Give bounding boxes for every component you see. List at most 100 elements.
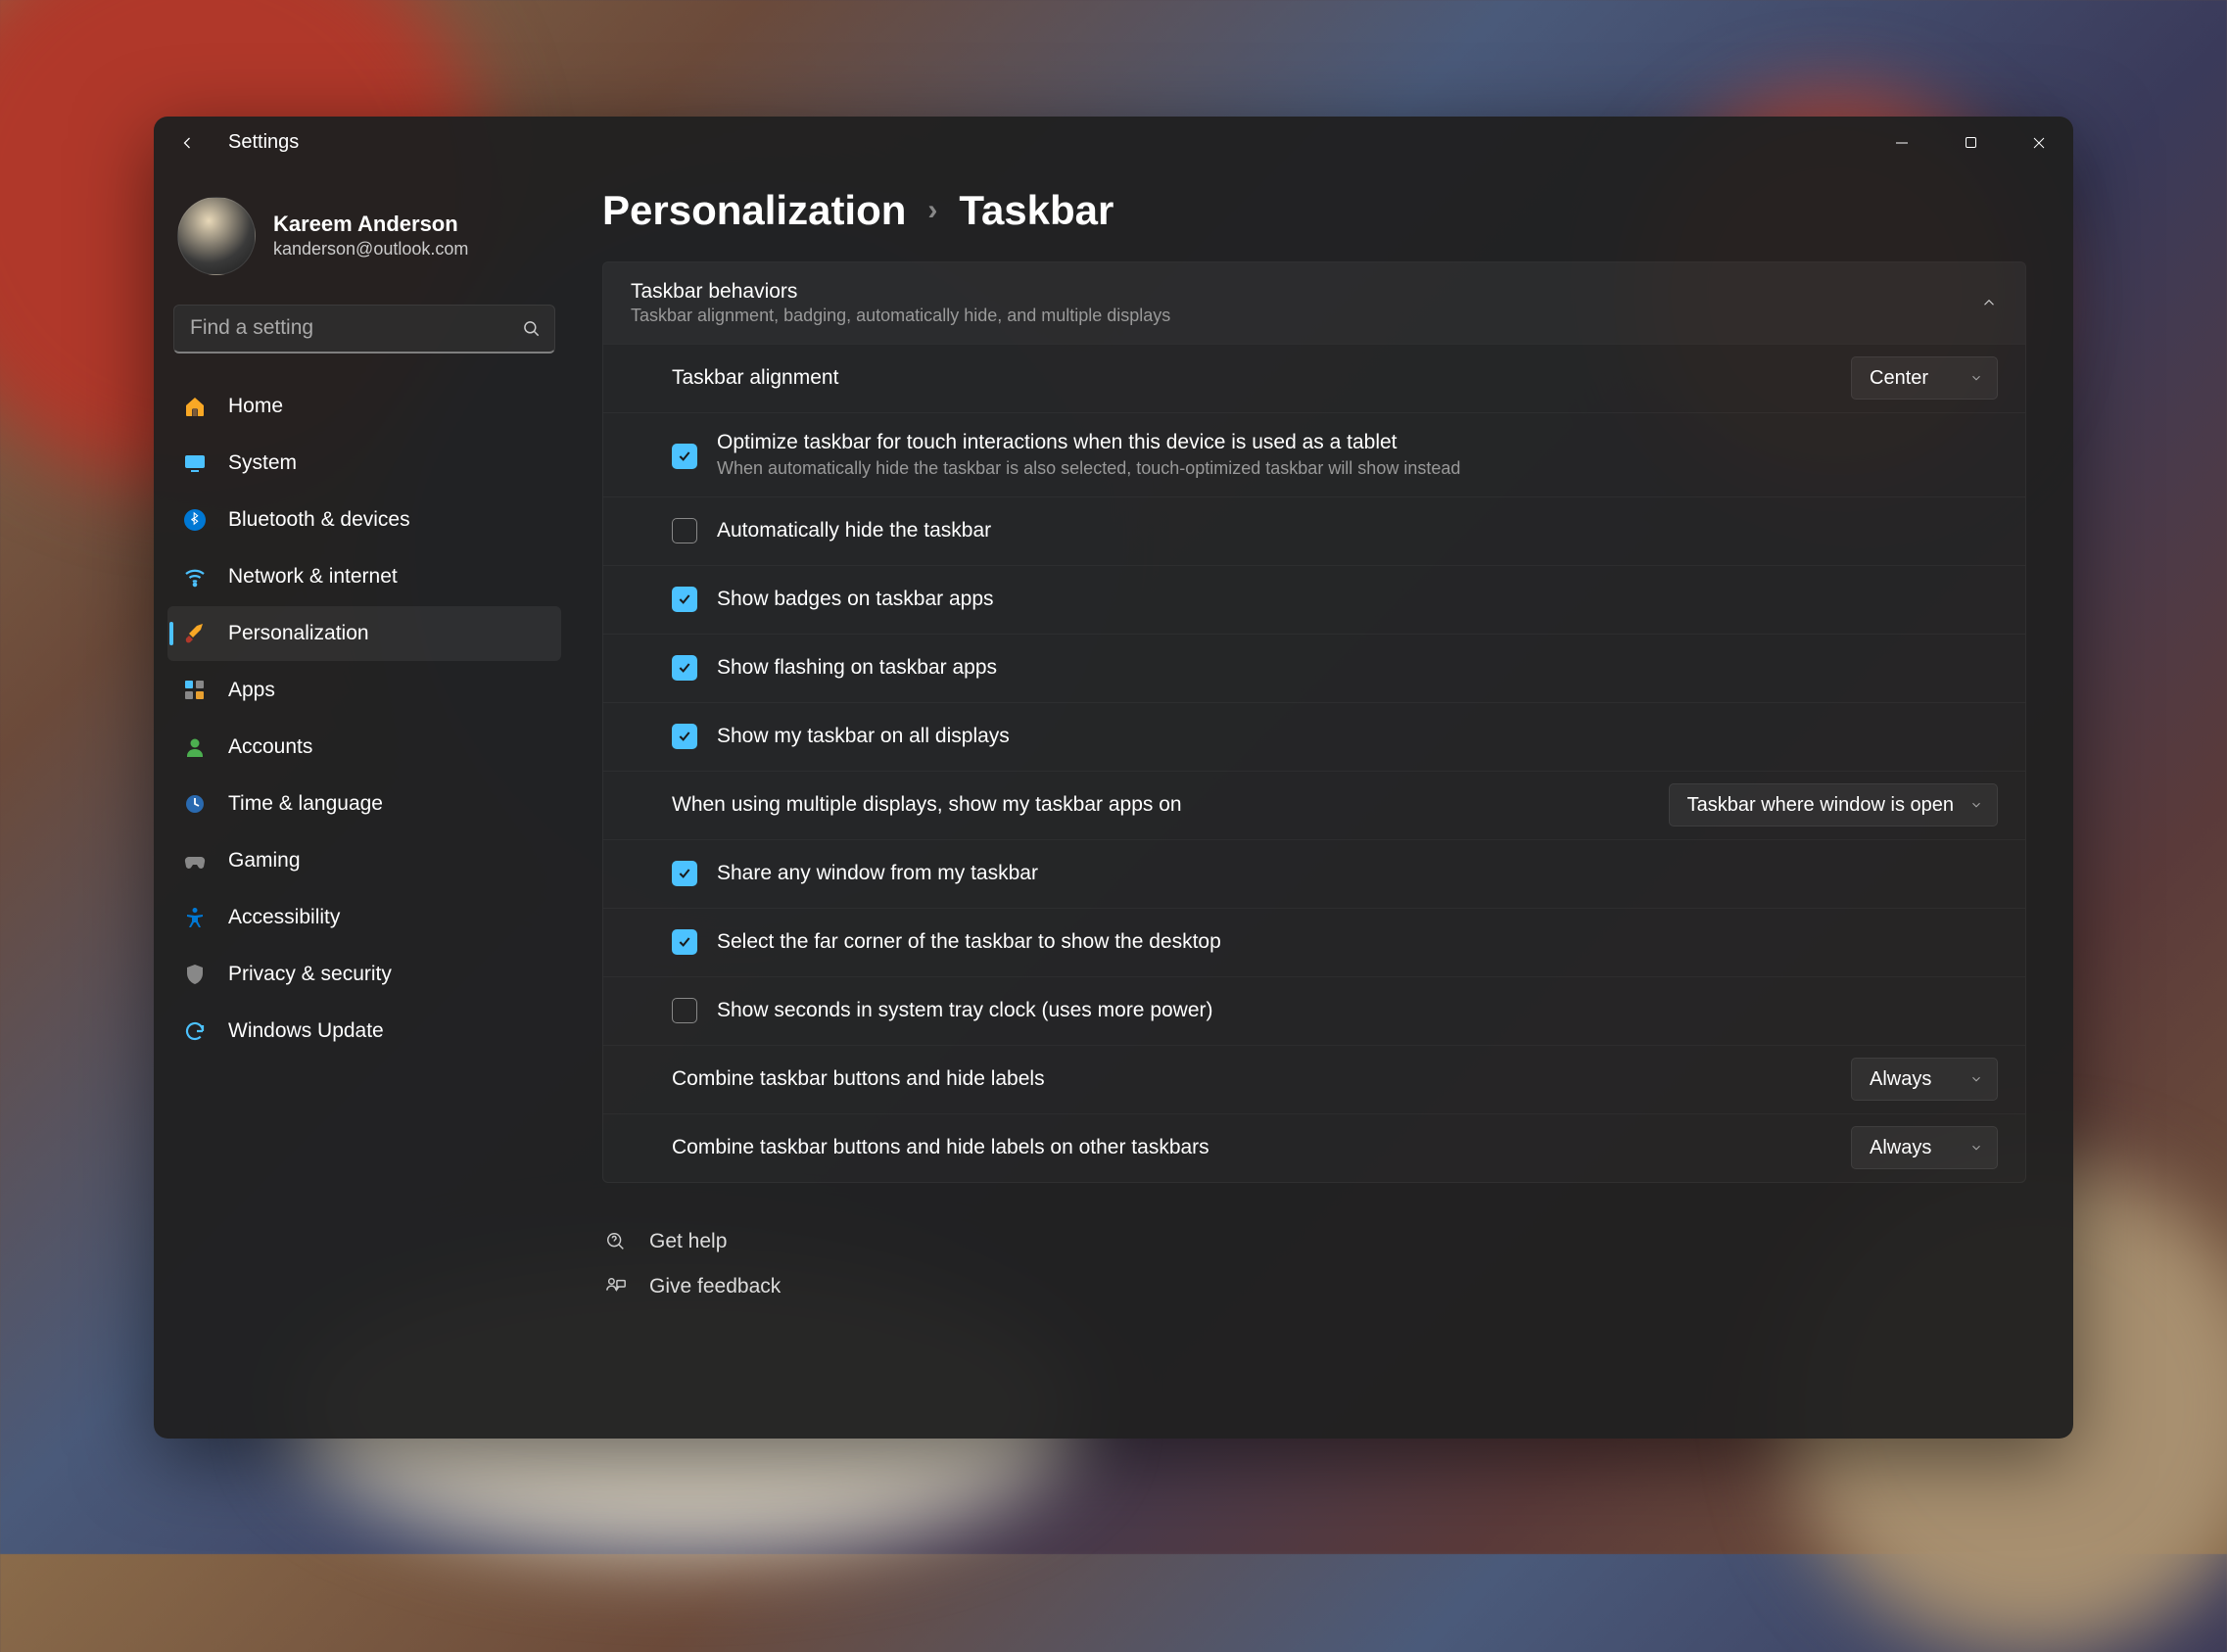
- nav-label: Accounts: [228, 735, 312, 759]
- row-combine: Combine taskbar buttons and hide labels …: [603, 1045, 2025, 1113]
- home-icon: [181, 393, 209, 420]
- window-controls: [1868, 117, 2073, 169]
- system-icon: [181, 449, 209, 477]
- feedback-icon: [602, 1273, 630, 1300]
- person-icon: [181, 733, 209, 761]
- arrow-left-icon: [177, 133, 197, 153]
- profile-block[interactable]: Kareem Anderson kanderson@outlook.com: [167, 187, 561, 299]
- nav-label: Bluetooth & devices: [228, 508, 410, 532]
- nav-accessibility[interactable]: Accessibility: [167, 890, 561, 945]
- row-far-corner[interactable]: Select the far corner of the taskbar to …: [603, 908, 2025, 976]
- nav-home[interactable]: Home: [167, 379, 561, 434]
- share-window-checkbox[interactable]: [672, 861, 697, 886]
- combine-other-label: Combine taskbar buttons and hide labels …: [672, 1136, 1851, 1159]
- breadcrumb-current: Taskbar: [959, 187, 1114, 234]
- breadcrumb: Personalization › Taskbar: [602, 187, 2026, 234]
- nav-label: Gaming: [228, 849, 301, 873]
- multi-display-label: When using multiple displays, show my ta…: [672, 793, 1669, 817]
- row-share-window[interactable]: Share any window from my taskbar: [603, 839, 2025, 908]
- nav-time-language[interactable]: Time & language: [167, 777, 561, 831]
- badges-checkbox[interactable]: [672, 587, 697, 612]
- feedback-label: Give feedback: [649, 1275, 781, 1298]
- nav-accounts[interactable]: Accounts: [167, 720, 561, 775]
- user-name: Kareem Anderson: [273, 212, 468, 237]
- titlebar: Settings: [154, 117, 2073, 169]
- nav-network[interactable]: Network & internet: [167, 549, 561, 604]
- select-value: Center: [1870, 367, 1928, 390]
- taskbar-behaviors-panel: Taskbar behaviors Taskbar alignment, bad…: [602, 261, 2026, 1183]
- combine-label: Combine taskbar buttons and hide labels: [672, 1067, 1851, 1091]
- multi-display-select[interactable]: Taskbar where window is open: [1669, 783, 1998, 826]
- nav-personalization[interactable]: Personalization: [167, 606, 561, 661]
- row-optimize-touch[interactable]: Optimize taskbar for touch interactions …: [603, 412, 2025, 496]
- nav-label: Accessibility: [228, 906, 340, 929]
- all-displays-checkbox[interactable]: [672, 724, 697, 749]
- nav-label: Windows Update: [228, 1019, 384, 1043]
- show-seconds-checkbox[interactable]: [672, 998, 697, 1023]
- alignment-select[interactable]: Center: [1851, 356, 1998, 400]
- accessibility-icon: [181, 904, 209, 931]
- nav-label: Privacy & security: [228, 963, 392, 986]
- gamepad-icon: [181, 847, 209, 874]
- footer-links: Get help Give feedback: [602, 1228, 2026, 1300]
- combine-select[interactable]: Always: [1851, 1058, 1998, 1101]
- row-all-displays[interactable]: Show my taskbar on all displays: [603, 702, 2025, 771]
- apps-icon: [181, 677, 209, 704]
- flashing-label: Show flashing on taskbar apps: [717, 656, 1998, 680]
- nav-label: Personalization: [228, 622, 369, 645]
- wifi-icon: [181, 563, 209, 590]
- clock-globe-icon: [181, 790, 209, 818]
- auto-hide-label: Automatically hide the taskbar: [717, 519, 1998, 543]
- flashing-checkbox[interactable]: [672, 655, 697, 681]
- nav-windows-update[interactable]: Windows Update: [167, 1004, 561, 1059]
- nav-label: System: [228, 451, 297, 475]
- nav: Home System Bluetooth & devices Network …: [167, 379, 561, 1059]
- help-icon: [602, 1228, 630, 1255]
- row-multi-display-apps: When using multiple displays, show my ta…: [603, 771, 2025, 839]
- row-flashing[interactable]: Show flashing on taskbar apps: [603, 634, 2025, 702]
- settings-window: Settings Kareem Anderson kanderson@outlo…: [154, 117, 2073, 1439]
- avatar: [177, 197, 256, 275]
- nav-label: Home: [228, 395, 283, 418]
- row-auto-hide[interactable]: Automatically hide the taskbar: [603, 496, 2025, 565]
- row-badges[interactable]: Show badges on taskbar apps: [603, 565, 2025, 634]
- search-input[interactable]: [173, 305, 555, 354]
- alignment-label: Taskbar alignment: [672, 366, 1851, 390]
- row-show-seconds[interactable]: Show seconds in system tray clock (uses …: [603, 976, 2025, 1045]
- search-box: [173, 305, 555, 354]
- nav-label: Time & language: [228, 792, 383, 816]
- optimize-touch-checkbox[interactable]: [672, 444, 697, 469]
- nav-privacy[interactable]: Privacy & security: [167, 947, 561, 1002]
- panel-header[interactable]: Taskbar behaviors Taskbar alignment, bad…: [603, 262, 2025, 344]
- nav-gaming[interactable]: Gaming: [167, 833, 561, 888]
- nav-label: Apps: [228, 679, 275, 702]
- minimize-button[interactable]: [1868, 117, 1936, 169]
- get-help-link[interactable]: Get help: [602, 1228, 2026, 1255]
- nav-label: Network & internet: [228, 565, 398, 589]
- chevron-down-icon: [1969, 1141, 1983, 1155]
- maximize-icon: [1965, 136, 1977, 149]
- chevron-up-icon: [1980, 294, 1998, 311]
- maximize-button[interactable]: [1936, 117, 2005, 169]
- back-button[interactable]: [169, 125, 205, 161]
- main-content: Personalization › Taskbar Taskbar behavi…: [575, 169, 2073, 1439]
- auto-hide-checkbox[interactable]: [672, 518, 697, 543]
- combine-other-select[interactable]: Always: [1851, 1126, 1998, 1169]
- close-button[interactable]: [2005, 117, 2073, 169]
- share-window-label: Share any window from my taskbar: [717, 862, 1998, 885]
- nav-apps[interactable]: Apps: [167, 663, 561, 718]
- breadcrumb-parent[interactable]: Personalization: [602, 187, 906, 234]
- far-corner-label: Select the far corner of the taskbar to …: [717, 930, 1998, 954]
- bluetooth-icon: [181, 506, 209, 534]
- nav-bluetooth[interactable]: Bluetooth & devices: [167, 493, 561, 547]
- far-corner-checkbox[interactable]: [672, 929, 697, 955]
- panel-title: Taskbar behaviors: [631, 280, 1170, 304]
- row-combine-other: Combine taskbar buttons and hide labels …: [603, 1113, 2025, 1182]
- nav-system[interactable]: System: [167, 436, 561, 491]
- select-value: Always: [1870, 1068, 1931, 1091]
- row-taskbar-alignment: Taskbar alignment Center: [603, 344, 2025, 412]
- give-feedback-link[interactable]: Give feedback: [602, 1273, 2026, 1300]
- optimize-touch-sub: When automatically hide the taskbar is a…: [717, 458, 1998, 479]
- badges-label: Show badges on taskbar apps: [717, 588, 1998, 611]
- search-icon: [522, 319, 542, 339]
